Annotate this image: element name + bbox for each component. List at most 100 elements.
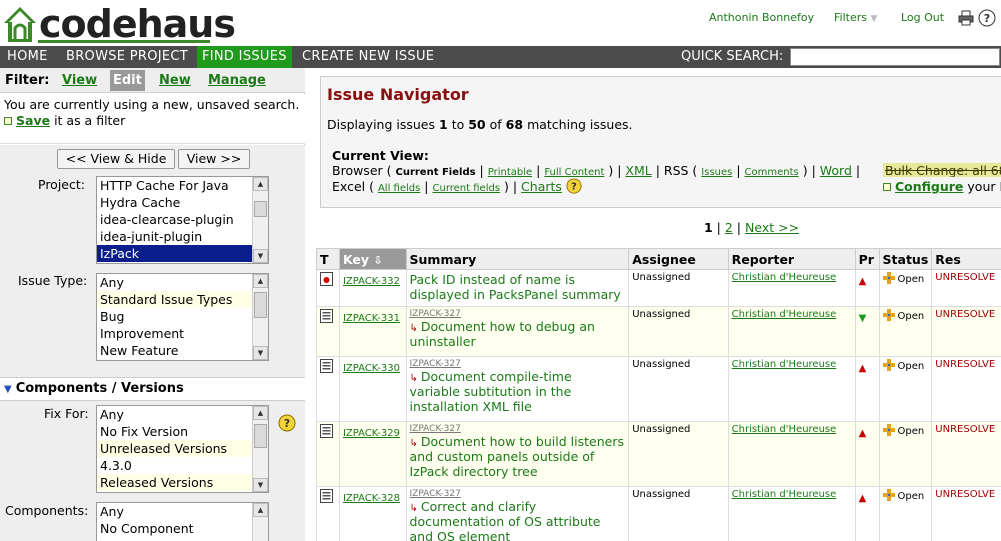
xml-link[interactable]: XML — [625, 163, 651, 178]
issue-type-select[interactable]: Any Standard Issue Types Bug Improvement… — [96, 273, 269, 361]
tab-new[interactable]: New — [156, 70, 194, 91]
configure-link[interactable]: Configure — [895, 179, 963, 194]
printable-link[interactable]: Printable — [488, 167, 532, 178]
codehaus-logo[interactable]: codehaus — [2, 3, 236, 43]
col-type-header[interactable]: T — [316, 248, 340, 270]
table-row[interactable]: IZPACK-330 IZPACK-327 ↳ Document compile-ti… — [316, 356, 1001, 422]
issue-type-option[interactable]: New Feature — [97, 342, 268, 359]
project-option[interactable]: HTTP Cache For Java — [97, 177, 268, 194]
issue-key-link[interactable]: IZPACK-330 — [343, 363, 400, 374]
project-select[interactable]: HTTP Cache For Java Hydra Cache idea-cle… — [96, 176, 269, 264]
collapse-arrow-icon[interactable]: ▼ — [4, 384, 12, 395]
scroll-thumb[interactable] — [254, 201, 267, 217]
issue-summary-link[interactable]: Document how to build listeners and cust… — [410, 434, 624, 479]
col-status-header[interactable]: Status — [878, 248, 933, 270]
scroll-thumb[interactable] — [254, 292, 267, 318]
tab-manage[interactable]: Manage — [205, 70, 269, 91]
reporter-link[interactable]: Christian d'Heureuse — [732, 424, 837, 435]
nav-browse-project[interactable]: BROWSE PROJECT — [61, 46, 193, 68]
issue-key-link[interactable]: IZPACK-328 — [343, 493, 400, 504]
excel-all-fields-link[interactable]: All fields — [378, 183, 420, 194]
parent-issue-link[interactable]: IZPACK-327 — [410, 309, 626, 319]
scroll-up-icon[interactable]: ▲ — [253, 177, 268, 191]
parent-issue-link[interactable]: IZPACK-327 — [410, 424, 626, 434]
page-2-link[interactable]: 2 — [725, 220, 733, 235]
components-versions-section[interactable]: ▼ Components / Versions — [0, 377, 305, 401]
col-summary-header[interactable]: Summary — [405, 248, 630, 270]
fix-for-option[interactable]: Any — [97, 406, 268, 423]
nav-find-issues[interactable]: FIND ISSUES — [197, 46, 292, 68]
scroll-up-icon[interactable]: ▲ — [253, 406, 268, 420]
table-row[interactable]: IZPACK-328 IZPACK-327 ↳ Correct and clarify… — [316, 486, 1001, 541]
table-row[interactable]: IZPACK-332 Pack ID instead of name is dis… — [316, 269, 1001, 307]
col-reporter-header[interactable]: Reporter — [727, 248, 856, 270]
rss-comments-link[interactable]: Comments — [745, 167, 799, 178]
nav-home[interactable]: HOME — [2, 46, 53, 68]
bulk-change-link[interactable]: Bulk Change: all 68 — [883, 163, 1001, 177]
project-scrollbar[interactable]: ▲ ▼ — [252, 177, 268, 263]
components-option[interactable]: No Component — [97, 520, 268, 537]
col-priority-header[interactable]: Pr — [854, 248, 880, 270]
view-and-hide-button[interactable]: << View & Hide — [57, 149, 175, 169]
user-name-link[interactable]: Anthonin Bonnefoy — [709, 11, 814, 24]
help-icon[interactable]: ? — [978, 9, 996, 27]
issue-summary-link[interactable]: Document how to debug an uninstaller — [410, 319, 595, 349]
components-select[interactable]: Any No Component ▲ — [96, 502, 269, 541]
fix-for-option[interactable]: Released Versions — [97, 474, 268, 491]
scroll-up-icon[interactable]: ▲ — [253, 274, 268, 288]
scroll-down-icon[interactable]: ▼ — [253, 478, 268, 492]
fix-for-option[interactable]: No Fix Version — [97, 423, 268, 440]
reporter-link[interactable]: Christian d'Heureuse — [732, 309, 837, 320]
quick-search-input[interactable] — [790, 48, 1000, 66]
issue-type-option[interactable]: Standard Issue Types — [97, 291, 268, 308]
col-resolution-header[interactable]: Res — [931, 248, 1001, 270]
save-filter-link[interactable]: Save — [16, 113, 50, 128]
fix-for-scrollbar[interactable]: ▲ ▼ — [252, 406, 268, 492]
tab-view[interactable]: View — [59, 70, 100, 91]
reporter-link[interactable]: Christian d'Heureuse — [732, 272, 837, 283]
nav-create-new-issue[interactable]: CREATE NEW ISSUE — [297, 46, 439, 68]
next-page-link[interactable]: Next >> — [745, 220, 799, 235]
logout-link[interactable]: Log Out — [901, 11, 944, 24]
fix-for-option[interactable]: 4.3.0 — [97, 457, 268, 474]
fix-for-option[interactable]: Unreleased Versions — [97, 440, 268, 457]
scroll-thumb[interactable] — [254, 424, 267, 448]
table-row[interactable]: IZPACK-329 IZPACK-327 ↳ Document how to bui… — [316, 421, 1001, 487]
parent-issue-link[interactable]: IZPACK-327 — [410, 359, 626, 369]
issue-type-scrollbar[interactable]: ▲ ▼ — [252, 274, 268, 360]
components-scrollbar[interactable]: ▲ — [252, 503, 268, 541]
scroll-down-icon[interactable]: ▼ — [253, 249, 268, 263]
project-option[interactable]: Hydra Cache — [97, 194, 268, 211]
rss-issues-link[interactable]: Issues — [701, 167, 732, 178]
fix-for-select[interactable]: Any No Fix Version Unreleased Versions 4… — [96, 405, 269, 493]
scroll-up-icon[interactable]: ▲ — [253, 503, 268, 517]
issue-summary-link[interactable]: Document compile-time variable subtituti… — [410, 369, 572, 414]
charts-link[interactable]: Charts — [521, 179, 562, 194]
reporter-link[interactable]: Christian d'Heureuse — [732, 489, 837, 500]
col-key-header[interactable]: Key ⇩ — [338, 248, 407, 270]
project-option-selected[interactable]: IzPack — [97, 245, 268, 262]
issue-type-option[interactable]: Bug — [97, 308, 268, 325]
table-row[interactable]: IZPACK-331 IZPACK-327 ↳ Document how to deb… — [316, 306, 1001, 357]
components-option[interactable]: Any — [97, 503, 268, 520]
col-assignee-header[interactable]: Assignee — [628, 248, 729, 270]
help-icon[interactable]: ? — [566, 178, 582, 194]
scroll-down-icon[interactable]: ▼ — [253, 346, 268, 360]
issue-type-option[interactable]: Any — [97, 274, 268, 291]
project-option[interactable]: idea-junit-plugin — [97, 228, 268, 245]
full-content-link[interactable]: Full Content — [544, 167, 604, 178]
help-icon[interactable]: ? — [278, 414, 296, 432]
tab-edit[interactable]: Edit — [110, 70, 145, 91]
print-icon[interactable] — [958, 10, 974, 26]
issue-type-option[interactable]: Improvement — [97, 325, 268, 342]
word-link[interactable]: Word — [820, 163, 852, 178]
issue-summary-link[interactable]: Pack ID instead of name is displayed in … — [410, 272, 621, 302]
issue-key-link[interactable]: IZPACK-332 — [343, 276, 400, 287]
parent-issue-link[interactable]: IZPACK-327 — [410, 489, 626, 499]
filters-menu[interactable]: Filters ▼ — [834, 11, 877, 24]
excel-current-fields-link[interactable]: Current fields — [433, 183, 501, 194]
project-option[interactable]: idea-clearcase-plugin — [97, 211, 268, 228]
issue-key-link[interactable]: IZPACK-331 — [343, 313, 400, 324]
issue-summary-link[interactable]: Correct and clarify documentation of OS … — [410, 499, 601, 541]
issue-key-link[interactable]: IZPACK-329 — [343, 428, 400, 439]
